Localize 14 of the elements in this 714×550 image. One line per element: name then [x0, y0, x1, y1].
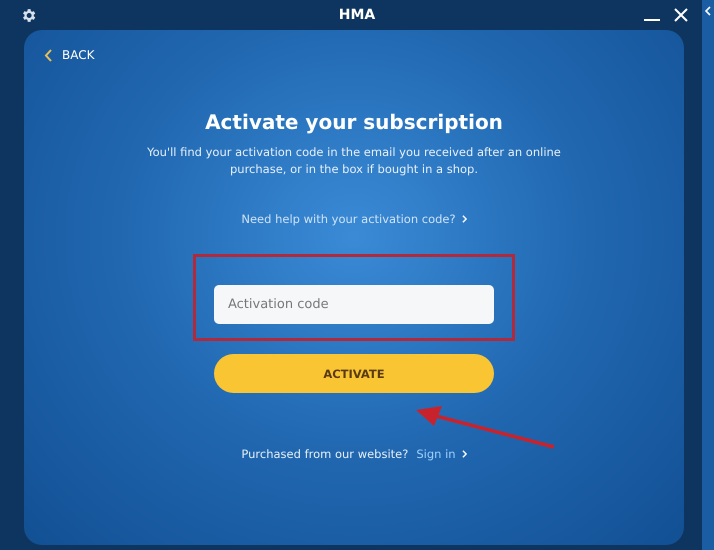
heading: Activate your subscription [205, 110, 503, 134]
description: You'll find your activation code in the email you received after an online purchase, or in the box if bought in a shop. [146, 144, 562, 178]
back-button[interactable]: BACK [44, 46, 94, 64]
footer-text: Purchased from our website? [241, 447, 408, 461]
window-title: HMA [338, 7, 376, 23]
sign-in-link[interactable]: Sign in [416, 447, 467, 461]
close-icon[interactable] [674, 8, 688, 22]
chevron-left-icon[interactable] [705, 6, 711, 16]
chevron-right-icon [462, 450, 467, 458]
activation-code-field[interactable]: Activation code [214, 285, 494, 324]
chevron-right-icon [462, 215, 467, 223]
activate-button[interactable]: ACTIVATE [214, 354, 494, 393]
settings-icon[interactable] [20, 6, 37, 24]
chevron-left-icon [44, 48, 52, 62]
